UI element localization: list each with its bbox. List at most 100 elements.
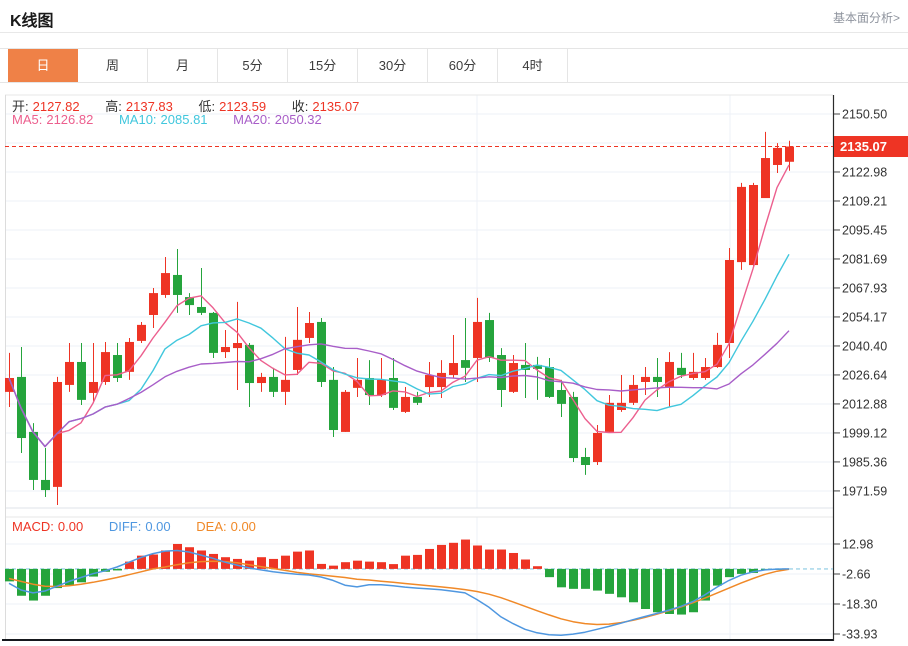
macd-hist-bar	[629, 568, 638, 603]
candle-body	[257, 376, 266, 384]
macd-hist-bar	[293, 551, 302, 569]
axis-label: 2150.50	[842, 108, 887, 122]
axis-label: 2026.64	[842, 368, 887, 382]
macd-hist-bar	[725, 568, 734, 578]
macd-hist-bar	[653, 568, 662, 613]
candle-body	[437, 372, 446, 388]
ma-row: MA5: 2126.82 MA10: 2085.81 MA20: 2050.32	[12, 112, 326, 127]
candle-body	[245, 344, 254, 384]
macd-hist-bar	[581, 568, 590, 589]
macd-hist-bar	[149, 554, 158, 569]
macd-hist-bar	[593, 568, 602, 591]
macd-hist-bar	[425, 548, 434, 569]
macd-hist-bar	[401, 555, 410, 569]
macd-hist-bar	[485, 549, 494, 569]
candle-body	[485, 320, 494, 358]
candle-body	[341, 391, 350, 432]
macd-hist-bar	[329, 565, 338, 569]
axis-label: 1985.36	[842, 455, 887, 469]
macd-hist-bar	[521, 559, 530, 569]
macd-hist-bar	[533, 566, 542, 569]
candle-body	[449, 363, 458, 376]
macd-hist-bar	[413, 554, 422, 569]
candle-body	[293, 339, 302, 370]
last-price-tag-label: 2135.07	[840, 139, 887, 154]
candle-body	[509, 363, 518, 392]
macd-hist-bar	[389, 564, 398, 569]
axis-label: 2067.93	[842, 281, 887, 295]
macd-hist-bar	[461, 539, 470, 569]
candle-body	[221, 347, 230, 353]
candle-body	[641, 376, 650, 382]
macd-label: MACD:	[12, 519, 54, 534]
dea-label: DEA:	[196, 519, 227, 534]
macd-hist-bar	[713, 568, 722, 586]
macd-hist-bar	[341, 562, 350, 569]
macd-hist-bar	[509, 552, 518, 569]
candle-body	[329, 379, 338, 431]
candle-body	[473, 321, 482, 358]
candle-body	[605, 402, 614, 432]
axis-label: 2122.98	[842, 165, 887, 179]
candle-body	[209, 312, 218, 353]
candle-body	[53, 381, 62, 487]
axis-label: 2054.17	[842, 310, 887, 324]
macd-hist-bar	[557, 568, 566, 588]
ma20-label: MA20:	[233, 112, 271, 127]
candle-body	[29, 431, 38, 480]
axis-label: 2081.69	[842, 252, 887, 266]
macd-hist-bar	[377, 562, 386, 569]
macd-hist-bar	[353, 560, 362, 569]
candle-body	[173, 274, 182, 295]
candle-body	[545, 367, 554, 397]
macd-hist-bar	[497, 549, 506, 569]
candle-body	[77, 361, 86, 400]
macd-hist-bar	[449, 542, 458, 569]
candle-body	[593, 432, 602, 463]
candle-body	[581, 456, 590, 465]
macd-hist-bar	[305, 550, 314, 569]
candle-body	[269, 376, 278, 392]
candle-body	[761, 158, 770, 199]
candle-body	[677, 367, 686, 376]
diff-label: DIFF:	[108, 519, 142, 534]
ma10-value: 2085.81	[160, 112, 208, 127]
candle-body	[389, 377, 398, 408]
candle-body	[401, 396, 410, 412]
candle-body	[425, 375, 434, 388]
axis-label: 2109.21	[842, 194, 887, 208]
macd-hist-bar	[317, 563, 326, 569]
ma20-value: 2050.32	[274, 112, 322, 127]
axis-label: 2012.88	[842, 397, 887, 411]
candle-body	[161, 273, 170, 295]
candle-body	[65, 361, 74, 385]
macd-hist-bar	[197, 550, 206, 569]
ma5-label: MA5:	[12, 112, 43, 127]
candle-body	[653, 376, 662, 382]
candle-body	[737, 186, 746, 263]
axis-label: 1999.12	[842, 426, 887, 440]
candle-body	[557, 389, 566, 404]
ma5-value: 2126.82	[46, 112, 94, 127]
macd-hist-bar	[689, 568, 698, 613]
candle-body	[377, 379, 386, 396]
candle-body	[305, 322, 314, 338]
candle-body	[125, 341, 134, 372]
axis-label: -33.93	[842, 627, 877, 641]
candle-body	[281, 379, 290, 392]
candle-body	[773, 147, 782, 165]
macd-bottom-border	[2, 639, 833, 641]
candle-body	[197, 306, 206, 313]
candle-body	[137, 324, 146, 341]
macd-hist-bar	[185, 547, 194, 569]
axis-label: -18.30	[842, 598, 877, 612]
macd-hist-bar	[665, 568, 674, 614]
macd-hist-bar	[437, 544, 446, 569]
axis-label: 2040.40	[842, 339, 887, 353]
macd-hist-bar	[113, 568, 122, 571]
diff-value: 0.00	[145, 519, 171, 534]
macd-row: MACD: 0.00 DIFF: 0.00 DEA: 0.00	[12, 519, 260, 534]
axis-label: -2.66	[842, 568, 871, 582]
candle-body	[317, 321, 326, 382]
candle-body	[749, 184, 758, 266]
